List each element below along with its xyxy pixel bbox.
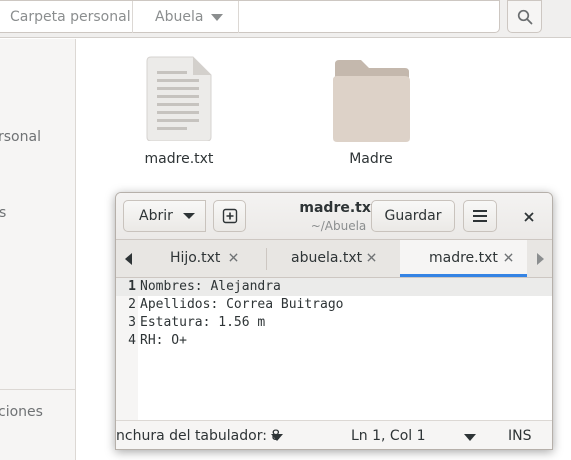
open-button[interactable]: Abrir [123, 200, 206, 232]
menu-button[interactable] [463, 200, 497, 232]
breadcrumb-current[interactable]: Abuela [155, 9, 203, 25]
text-editor-window: Abrir madre.txt ~/Abuela Guardar Hijo.tx… [115, 192, 553, 450]
text-line[interactable]: 2 Apellidos: Correa Buitrago [116, 296, 552, 314]
sidebar-item-partial[interactable]: s [0, 205, 6, 221]
hamburger-menu-icon [473, 210, 487, 222]
tab-label: madre.txt [429, 250, 498, 266]
tab-close-button[interactable] [362, 248, 380, 266]
line-text: Apellidos: Correa Buitrago [140, 297, 344, 312]
chevron-down-icon[interactable] [464, 434, 476, 441]
tab-abuela[interactable]: abuela.txt [276, 240, 400, 277]
text-line[interactable]: 4 RH: O+ [116, 332, 552, 350]
close-icon [524, 212, 534, 222]
text-editor[interactable]: 1 Nombres: Alejandra 2 Apellidos: Correa… [116, 278, 552, 420]
new-tab-button[interactable] [213, 200, 246, 232]
chevron-down-icon[interactable] [271, 434, 283, 441]
tab-bar: Hijo.txt abuela.txt madre.txt [116, 240, 552, 278]
insert-mode-indicator[interactable]: INS [508, 428, 532, 444]
line-text: Nombres: Alejandra [140, 279, 281, 294]
tab-divider [266, 248, 267, 270]
sidebar-divider [0, 389, 76, 390]
tab-label: abuela.txt [291, 250, 363, 266]
chevron-down-icon[interactable] [202, 7, 232, 27]
save-button[interactable]: Guardar [371, 200, 455, 232]
line-number: 4 [128, 333, 136, 348]
save-button-label: Guardar [384, 208, 442, 224]
close-window-button[interactable] [516, 204, 542, 230]
close-icon [503, 252, 513, 262]
breadcrumb-divider [238, 1, 239, 33]
tab-label: Hijo.txt [170, 250, 221, 266]
tab-close-button[interactable] [224, 248, 242, 266]
tab-close-button[interactable] [499, 248, 517, 266]
text-line[interactable]: 1 Nombres: Alejandra [116, 278, 552, 296]
file-item-madre-folder[interactable]: Madre [325, 55, 417, 175]
new-document-icon [222, 208, 237, 224]
breadcrumb-home[interactable]: Carpeta personal [10, 9, 131, 25]
chevron-down-icon [183, 213, 195, 219]
tab-hijo[interactable]: Hijo.txt [154, 240, 256, 277]
search-button[interactable] [507, 0, 542, 33]
editor-header-bar: Abrir madre.txt ~/Abuela Guardar [116, 193, 552, 240]
close-icon [228, 252, 238, 262]
line-number: 3 [128, 315, 136, 330]
scroll-tabs-right-icon[interactable] [534, 252, 548, 266]
tab-madre[interactable]: madre.txt [400, 240, 527, 277]
sidebar-item-personal[interactable]: rsonal [0, 129, 41, 145]
status-bar: nchura del tabulador: 8 Ln 1, Col 1 INS [116, 420, 552, 449]
text-file-icon [146, 56, 212, 141]
text-line[interactable]: 3 Estatura: 1.56 m [116, 314, 552, 332]
file-item-madre-txt[interactable]: madre.txt [140, 55, 218, 175]
path-bar: Carpeta personal Abuela [0, 0, 500, 33]
line-text: RH: O+ [140, 333, 187, 348]
line-number: 1 [128, 279, 136, 294]
folder-icon [333, 60, 410, 142]
open-button-label: Abrir [139, 208, 173, 224]
close-icon [366, 252, 376, 262]
cursor-position[interactable]: Ln 1, Col 1 [351, 428, 426, 444]
line-number: 2 [128, 297, 136, 312]
line-text: Estatura: 1.56 m [140, 315, 266, 330]
file-name: madre.txt [144, 151, 214, 167]
file-manager-header: Carpeta personal Abuela [0, 0, 571, 38]
sidebar: rsonal s ciones [0, 39, 76, 460]
sidebar-item-locations[interactable]: ciones [0, 404, 43, 420]
breadcrumb-divider [132, 1, 133, 33]
folder-name: Madre [349, 151, 393, 167]
tab-width-selector[interactable]: nchura del tabulador: 8 [116, 428, 280, 444]
search-icon [517, 9, 532, 24]
scroll-tabs-left-icon[interactable] [122, 252, 136, 266]
